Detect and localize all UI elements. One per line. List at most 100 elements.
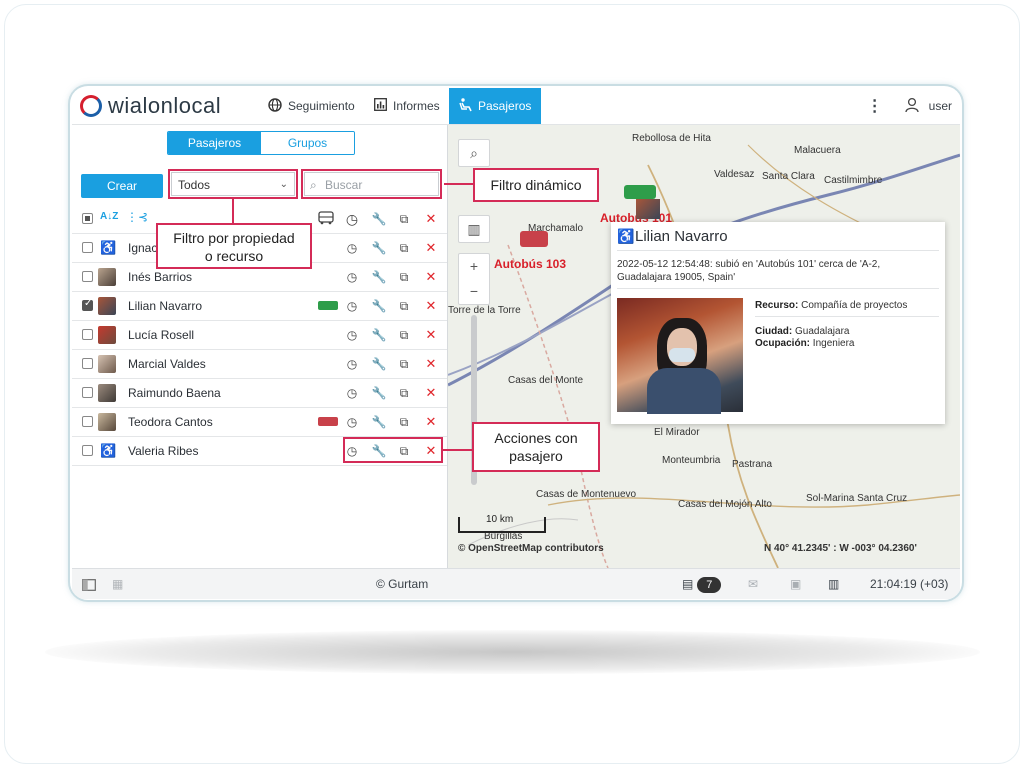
- menu-pasajeros[interactable]: Pasajeros: [449, 88, 541, 124]
- bus-column-icon[interactable]: [318, 211, 334, 228]
- zoom-in-button[interactable]: +: [459, 254, 489, 279]
- avatar: [98, 384, 116, 402]
- row-checkbox[interactable]: [82, 298, 93, 311]
- settings-icon[interactable]: 🔧: [371, 350, 387, 378]
- history-icon[interactable]: ◷: [344, 408, 360, 436]
- avatar: [98, 268, 116, 286]
- photo-mask: [669, 348, 695, 362]
- top-right-tools: ⋮ user: [867, 88, 952, 124]
- row-checkbox[interactable]: [82, 358, 93, 369]
- settings-icon[interactable]: 🔧: [371, 379, 387, 407]
- card-passenger-name: Lilian Navarro: [635, 228, 728, 245]
- passengers-panel: Pasajeros Grupos Crear Todos ⌄ ⌕ Buscar: [72, 125, 448, 568]
- menu-seguimiento[interactable]: Seguimiento: [268, 88, 368, 124]
- avatar: [98, 355, 116, 373]
- copy-icon[interactable]: ⧉: [396, 379, 412, 407]
- history-icon[interactable]: ◷: [344, 350, 360, 378]
- row-checkbox[interactable]: [82, 387, 93, 398]
- notifications-count: 7: [697, 577, 722, 593]
- book-icon[interactable]: ▥: [828, 569, 839, 599]
- tab-grupos[interactable]: Grupos: [261, 132, 354, 154]
- panel-toggle-icon[interactable]: [82, 569, 96, 599]
- copy-column-icon[interactable]: ⧉: [396, 205, 412, 233]
- callout-actions: Acciones con pasajero: [472, 422, 600, 472]
- more-options-icon[interactable]: ⋮: [867, 96, 883, 116]
- settings-icon[interactable]: 🔧: [371, 234, 387, 262]
- delete-icon[interactable]: ✕: [423, 379, 439, 407]
- zoom-out-button[interactable]: −: [459, 279, 489, 304]
- messages-icon[interactable]: ✉: [748, 569, 758, 599]
- map-layers-button[interactable]: ▥: [458, 215, 490, 243]
- delete-icon[interactable]: ✕: [423, 292, 439, 320]
- top-bar: wialonlocal Seguimiento Informes Pasajer…: [72, 88, 960, 125]
- notifications[interactable]: ▤ 7: [682, 569, 722, 599]
- delete-icon[interactable]: ✕: [423, 263, 439, 291]
- history-icon[interactable]: ◷: [344, 234, 360, 262]
- delete-column-icon[interactable]: ✕: [423, 205, 439, 233]
- list-item[interactable]: Marcial Valdes ◷ 🔧 ⧉ ✕: [72, 350, 447, 379]
- tab-pasajeros[interactable]: Pasajeros: [168, 132, 261, 154]
- select-all-checkbox[interactable]: [82, 213, 93, 224]
- user-name[interactable]: user: [929, 99, 952, 113]
- menu-informes[interactable]: Informes: [374, 88, 448, 124]
- passenger-marker[interactable]: [636, 199, 660, 219]
- red-bus-icon[interactable]: [318, 417, 338, 426]
- passenger-name: Raimundo Baena: [128, 386, 221, 400]
- app-logo[interactable]: wialonlocal: [80, 92, 221, 120]
- history-icon[interactable]: ◷: [344, 379, 360, 407]
- list-item[interactable]: Teodora Cantos ◷ 🔧 ⧉ ✕: [72, 408, 447, 437]
- copy-icon[interactable]: ⧉: [396, 408, 412, 436]
- list-item[interactable]: Lucía Rosell ◷ 🔧 ⧉ ✕: [72, 321, 447, 350]
- list-item[interactable]: Lilian Navarro ◷ 🔧 ⧉ ✕: [72, 292, 447, 321]
- bus-101-marker-icon[interactable]: [624, 185, 656, 199]
- passenger-name: Valeria Ribes: [128, 444, 199, 458]
- copy-icon[interactable]: ⧉: [396, 292, 412, 320]
- avatar: [98, 297, 116, 315]
- row-checkbox[interactable]: [82, 416, 93, 427]
- callout-property-filter: Filtro por propiedad o recurso: [156, 223, 312, 269]
- settings-column-icon[interactable]: 🔧: [371, 205, 387, 233]
- settings-icon[interactable]: 🔧: [371, 321, 387, 349]
- row-checkbox[interactable]: [82, 329, 93, 340]
- map-search-button[interactable]: ⌕: [458, 139, 490, 167]
- history-icon[interactable]: ◷: [344, 292, 360, 320]
- settings-icon[interactable]: 🔧: [371, 408, 387, 436]
- place-label: El Mirador: [654, 427, 700, 438]
- place-label: Rebollosa de Hita: [632, 133, 711, 144]
- clock-time: 21:04:19 (+03): [870, 577, 949, 591]
- grid-layout-icon[interactable]: ▦: [112, 569, 123, 599]
- hierarchy-icon[interactable]: ⋮⊰: [126, 210, 148, 224]
- settings-icon[interactable]: 🔧: [371, 263, 387, 291]
- callout-connector: [232, 199, 234, 223]
- delete-icon[interactable]: ✕: [423, 350, 439, 378]
- list-item[interactable]: Raimundo Baena ◷ 🔧 ⧉ ✕: [72, 379, 447, 408]
- copy-icon[interactable]: ⧉: [396, 350, 412, 378]
- city-label: Ciudad:: [755, 326, 793, 337]
- sort-az-icon[interactable]: A↓Z: [100, 211, 118, 222]
- passenger-name: Marcial Valdes: [128, 357, 206, 371]
- green-bus-icon[interactable]: [318, 301, 338, 310]
- property-filter-highlight: [168, 169, 298, 199]
- create-button[interactable]: Crear: [81, 174, 163, 198]
- history-icon[interactable]: ◷: [344, 263, 360, 291]
- copy-icon[interactable]: ⧉: [396, 321, 412, 349]
- row-checkbox[interactable]: [82, 242, 93, 253]
- row-checkbox[interactable]: [82, 271, 93, 282]
- passenger-name: Lucía Rosell: [128, 328, 195, 342]
- bus-103-marker-icon[interactable]: [520, 231, 548, 247]
- delete-icon[interactable]: ✕: [423, 234, 439, 262]
- settings-icon[interactable]: 🔧: [371, 292, 387, 320]
- place-label: Santa Clara: [762, 171, 815, 182]
- menu-pasajeros-label: Pasajeros: [478, 99, 532, 113]
- delete-icon[interactable]: ✕: [423, 408, 439, 436]
- copy-icon[interactable]: ⧉: [396, 263, 412, 291]
- passenger-icon: ♿: [100, 443, 117, 458]
- history-column-icon[interactable]: ◷: [344, 205, 360, 233]
- bus-label-103[interactable]: Autobús 103: [494, 257, 566, 271]
- history-icon[interactable]: ◷: [344, 321, 360, 349]
- delete-icon[interactable]: ✕: [423, 321, 439, 349]
- copy-icon[interactable]: ⧉: [396, 234, 412, 262]
- user-icon[interactable]: [905, 97, 919, 116]
- row-checkbox[interactable]: [82, 445, 93, 456]
- image-icon[interactable]: ▣: [790, 569, 801, 599]
